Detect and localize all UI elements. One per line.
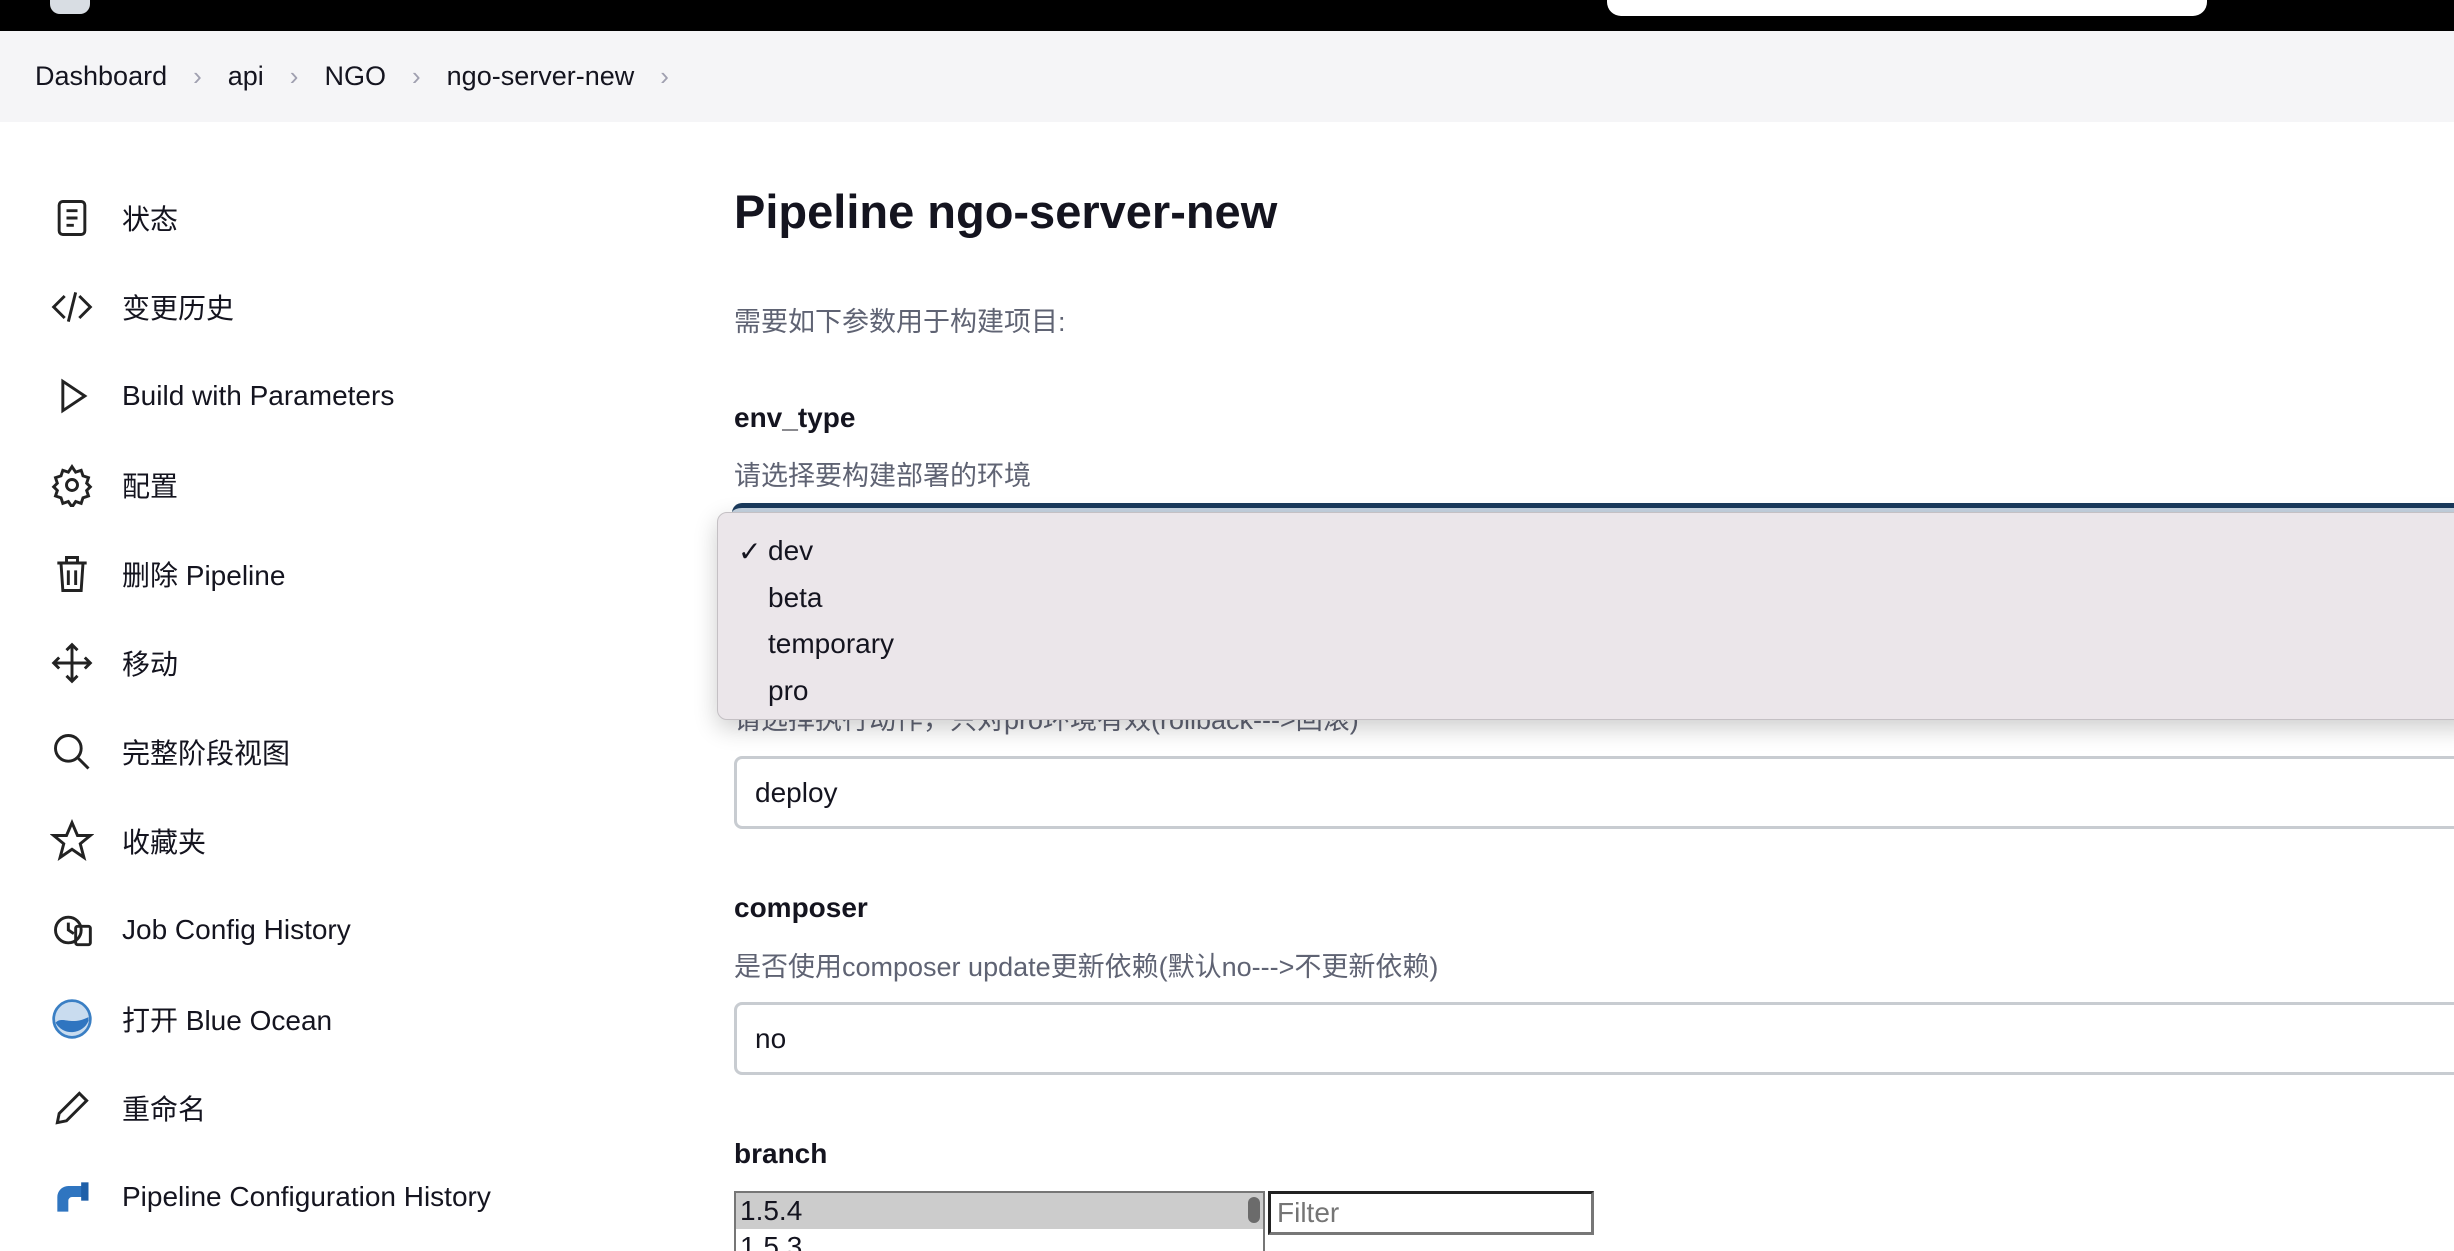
composer-label: composer (734, 892, 868, 923)
sidebar-item-label: Build with Parameters (122, 380, 395, 411)
document-icon (57, 200, 87, 236)
star-icon (50, 819, 94, 861)
sidebar-item-label: 移动 (122, 649, 179, 680)
composer-help: 是否使用composer update更新依赖(默认no--->不更新依赖) (734, 952, 1439, 982)
config-history-icon (54, 915, 92, 947)
option-temporary[interactable]: temporary (768, 628, 894, 660)
sidebar-item-stage-view[interactable]: 完整阶段视图 (50, 722, 290, 782)
env-type-dropdown: ✓ dev beta temporary pro (717, 512, 2454, 720)
chevron-right-icon[interactable]: › (660, 61, 669, 92)
composer-select[interactable]: no (734, 1002, 2454, 1075)
branch-option[interactable]: 1.5.3 (736, 1229, 1263, 1251)
breadcrumb-api[interactable]: api (228, 61, 264, 92)
sidebar-item-blue-ocean[interactable]: 打开 Blue Ocean (50, 989, 332, 1049)
code-icon (51, 291, 93, 323)
sidebar-item-label: 配置 (122, 471, 179, 502)
breadcrumb-ngo[interactable]: NGO (324, 61, 386, 92)
sidebar-item-label: 重命名 (122, 1094, 207, 1125)
sidebar-item-label: 状态 (122, 204, 179, 235)
breadcrumb-dashboard[interactable]: Dashboard (35, 61, 167, 92)
sidebar-item-favorite[interactable]: 收藏夹 (50, 811, 206, 871)
blue-ocean-icon (52, 999, 92, 1039)
sidebar-item-rename[interactable]: 重命名 (50, 1078, 206, 1138)
action-value: deploy (755, 776, 838, 808)
gear-icon (51, 464, 93, 507)
option-label: dev (768, 535, 814, 566)
search-icon (54, 734, 90, 770)
chevron-right-icon: › (193, 61, 202, 91)
option-dev[interactable]: ✓ dev (738, 535, 814, 567)
pipe-icon (57, 1182, 89, 1212)
trash-icon (57, 556, 87, 592)
breadcrumb: Dashboard › api › NGO › ngo-server-new › (0, 31, 2454, 122)
move-icon (51, 642, 93, 684)
search-input[interactable] (1607, 0, 2207, 16)
sidebar-item-pipeline-config-history[interactable]: Pipeline Configuration History (50, 1167, 491, 1227)
sidebar-item-status[interactable]: 状态 (50, 188, 178, 248)
env-type-label: env_type (734, 402, 856, 433)
page-title: Pipeline ngo-server-new (734, 185, 1278, 238)
sidebar-item-label: 删除 Pipeline (122, 560, 286, 591)
top-header (0, 0, 2454, 31)
sidebar-item-label: 变更历史 (122, 293, 235, 324)
env-type-help: 请选择要构建部署的环境 (734, 461, 1031, 491)
breadcrumb-job[interactable]: ngo-server-new (447, 61, 635, 92)
option-pro[interactable]: pro (768, 675, 808, 707)
checkmark-icon: ✓ (738, 536, 762, 567)
sidebar-item-label: 打开 Blue Ocean (122, 1005, 333, 1036)
sidebar-item-label: 收藏夹 (122, 827, 207, 858)
sidebar-item-label: Job Config History (122, 914, 351, 945)
jenkins-logo[interactable] (50, 0, 90, 14)
sidebar-item-build-with-parameters[interactable]: Build with Parameters (50, 366, 394, 426)
sidebar-item-changes[interactable]: 变更历史 (50, 277, 234, 337)
action-select[interactable]: deploy (734, 756, 2454, 829)
sidebar-item-move[interactable]: 移动 (50, 633, 178, 693)
branch-filter-input[interactable]: Filter (1268, 1191, 1594, 1235)
option-beta[interactable]: beta (768, 582, 823, 614)
chevron-right-icon: › (289, 61, 299, 91)
sidebar-item-label: Pipeline Configuration History (122, 1181, 491, 1212)
pencil-icon (55, 1091, 89, 1125)
branch-option[interactable]: 1.5.4 (736, 1193, 1263, 1229)
scrollbar[interactable] (1248, 1197, 1260, 1223)
sidebar-item-job-config-history[interactable]: Job Config History (50, 900, 351, 960)
chevron-right-icon: › (411, 61, 421, 91)
composer-value: no (755, 1022, 787, 1054)
sidebar-item-configure[interactable]: 配置 (50, 455, 178, 515)
sidebar-item-label: 完整阶段视图 (122, 738, 291, 769)
branch-label: branch (734, 1138, 828, 1169)
sidebar-item-delete[interactable]: 删除 Pipeline (50, 544, 285, 604)
page-description: 需要如下参数用于构建项目: (734, 307, 1066, 337)
play-icon (61, 378, 88, 414)
branch-list[interactable]: 1.5.4 1.5.3 (734, 1191, 1265, 1251)
